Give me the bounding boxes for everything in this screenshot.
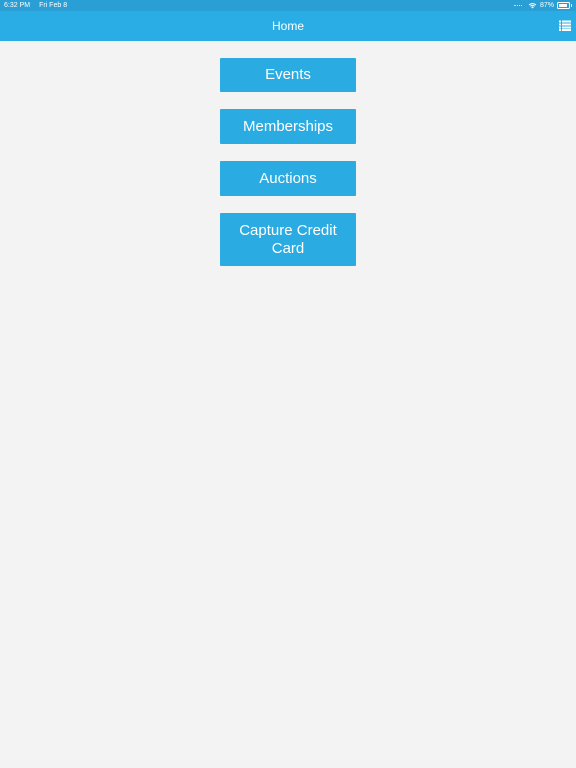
wifi-icon <box>528 3 537 9</box>
memberships-button[interactable]: Memberships <box>220 109 356 144</box>
battery-nub <box>571 4 572 7</box>
status-left: 6:32 PM Fri Feb 8 <box>4 0 76 11</box>
status-date: Fri Feb 8 <box>39 2 68 9</box>
page-title: Home <box>271 19 304 33</box>
list-icon[interactable] <box>559 20 571 31</box>
navigation-bar: Home <box>0 11 576 41</box>
status-time: 6:32 PM <box>4 2 31 9</box>
signal-icon <box>513 5 522 8</box>
status-right: 87% <box>513 0 572 11</box>
status-bar: 6:32 PM Fri Feb 8 87% <box>0 0 576 11</box>
battery-fill <box>559 4 567 7</box>
auctions-button[interactable]: Auctions <box>220 161 356 196</box>
events-button[interactable]: Events <box>220 58 356 92</box>
battery-icon <box>557 2 572 9</box>
capture-credit-card-button[interactable]: Capture Credit Card <box>220 213 356 266</box>
battery-percentage: 87% <box>539 2 554 9</box>
